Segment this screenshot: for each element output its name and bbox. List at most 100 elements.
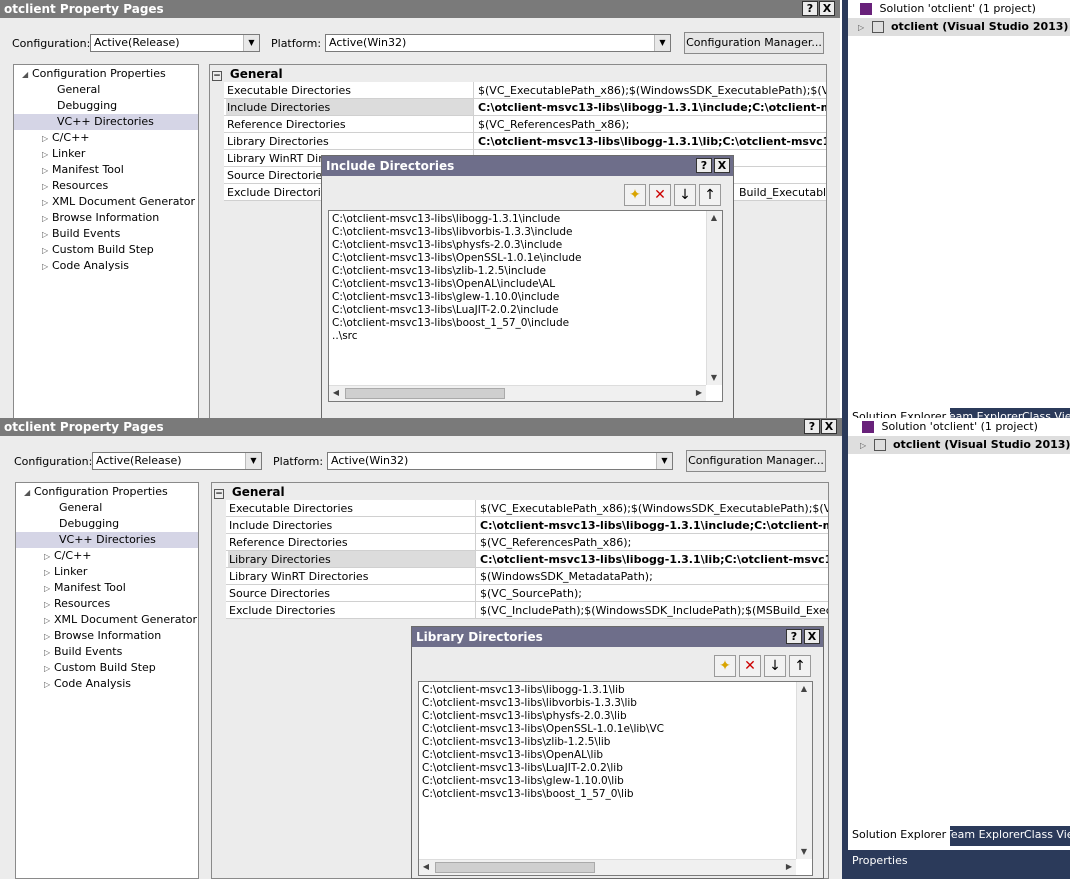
scroll-down-icon[interactable]: ▼ [797,845,811,859]
tree-item-code-analysis[interactable]: ▷ Code Analysis [16,676,198,692]
move-up-button[interactable]: ↑ [699,184,721,206]
solution-node[interactable]: Solution 'otclient' (1 project) [862,420,1038,433]
new-line-button[interactable]: ✦ [714,655,736,677]
list-item[interactable]: C:\otclient-msvc13-libs\libvorbis-1.3.3\… [332,226,573,239]
configuration-manager-button[interactable]: Configuration Manager... [684,32,824,54]
tree-item-cpp[interactable]: ▷ C/C++ [14,130,198,146]
close-button[interactable]: X [714,158,730,173]
collapse-icon[interactable]: − [214,489,224,499]
scroll-thumb[interactable] [345,388,505,399]
platform-select[interactable]: Active(Win32) ▼ [327,452,673,470]
tab-class-view[interactable]: Class Vie [1020,826,1070,846]
scroll-up-icon[interactable]: ▲ [707,211,721,225]
vertical-scrollbar[interactable]: ▲ ▼ [796,682,812,859]
scroll-left-icon[interactable]: ◀ [419,860,433,874]
list-item[interactable]: C:\otclient-msvc13-libs\libvorbis-1.3.3\… [422,697,637,710]
move-up-button[interactable]: ↑ [789,655,811,677]
grid-section-general[interactable]: − General [212,66,283,82]
tree-item-custom-build-step[interactable]: ▷ Custom Build Step [14,242,198,258]
tree-item-cpp[interactable]: ▷ C/C++ [16,548,198,564]
vertical-scrollbar[interactable]: ▲ ▼ [706,211,722,385]
tree-item-resources[interactable]: ▷ Resources [16,596,198,612]
expand-icon[interactable]: ▷ [44,613,54,629]
expand-icon[interactable]: ▷ [42,259,52,275]
horizontal-scrollbar[interactable]: ◀ ▶ [419,859,796,875]
list-item[interactable]: C:\otclient-msvc13-libs\libogg-1.3.1\lib [422,684,625,697]
list-item[interactable]: C:\otclient-msvc13-libs\libogg-1.3.1\inc… [332,213,560,226]
grid-row-reference-directories[interactable]: Reference Directories $(VC_ReferencesPath… [224,116,826,133]
help-button[interactable]: ? [804,419,820,434]
list-item[interactable]: C:\otclient-msvc13-libs\OpenAL\include\A… [332,278,555,291]
grid-row-executable-directories[interactable]: Executable Directories $(VC_ExecutablePat… [226,500,828,517]
tree-item-linker[interactable]: ▷ Linker [16,564,198,580]
grid-section-general[interactable]: − General [214,484,285,500]
tree-item-manifest-tool[interactable]: ▷ Manifest Tool [16,580,198,596]
scroll-thumb[interactable] [435,862,595,873]
list-item[interactable]: C:\otclient-msvc13-libs\zlib-1.2.5\inclu… [332,265,546,278]
move-down-button[interactable]: ↓ [764,655,786,677]
expand-icon[interactable]: ▷ [44,565,54,581]
list-item[interactable]: C:\otclient-msvc13-libs\LuaJIT-2.0.2\inc… [332,304,558,317]
expand-icon[interactable]: ▷ [42,179,52,195]
scroll-left-icon[interactable]: ◀ [329,386,343,400]
tree-item-configuration-properties[interactable]: ◢ Configuration Properties [14,66,198,82]
tree-item-vc-directories[interactable]: VC++ Directories [14,114,198,130]
expand-icon[interactable]: ▷ [860,437,870,455]
expand-icon[interactable]: ▷ [44,661,54,677]
delete-line-button[interactable]: ✕ [649,184,671,206]
grid-row-executable-directories[interactable]: Executable Directories $(VC_ExecutablePat… [224,82,826,99]
list-item[interactable]: C:\otclient-msvc13-libs\physfs-2.0.3\inc… [332,239,562,252]
tree-item-configuration-properties[interactable]: ◢ Configuration Properties [16,484,198,500]
tab-solution-explorer[interactable]: Solution Explorer [848,826,951,846]
list-item[interactable]: C:\otclient-msvc13-libs\boost_1_57_0\lib [422,788,634,801]
help-button[interactable]: ? [802,1,818,16]
collapse-icon[interactable]: ◢ [22,67,32,83]
tree-item-vc-directories[interactable]: VC++ Directories [16,532,198,548]
horizontal-scrollbar[interactable]: ◀ ▶ [329,385,706,401]
expand-icon[interactable]: ▷ [44,645,54,661]
tree-item-manifest-tool[interactable]: ▷ Manifest Tool [14,162,198,178]
tree-item-code-analysis[interactable]: ▷ Code Analysis [14,258,198,274]
properties-panel-header[interactable]: Properties [848,850,1070,879]
collapse-icon[interactable]: ◢ [24,485,34,501]
move-down-button[interactable]: ↓ [674,184,696,206]
include-directories-list[interactable]: C:\otclient-msvc13-libs\libogg-1.3.1\inc… [328,210,723,402]
scroll-down-icon[interactable]: ▼ [707,371,721,385]
grid-row-reference-directories[interactable]: Reference Directories $(VC_ReferencesPath… [226,534,828,551]
grid-row-library-directories[interactable]: Library Directories C:\otclient-msvc13-li… [224,133,826,150]
list-item[interactable]: C:\otclient-msvc13-libs\zlib-1.2.5\lib [422,736,610,749]
list-item[interactable]: C:\otclient-msvc13-libs\glew-1.10.0\lib [422,775,624,788]
grid-row-exclude-directories[interactable]: Exclude Directories $(VC_IncludePath);$(W… [226,602,828,619]
tree-item-debugging[interactable]: Debugging [16,516,198,532]
library-directories-list[interactable]: C:\otclient-msvc13-libs\libogg-1.3.1\lib… [418,681,813,876]
expand-icon[interactable]: ▷ [42,211,52,227]
expand-icon[interactable]: ▷ [42,163,52,179]
expand-icon[interactable]: ▷ [44,677,54,693]
expand-icon[interactable]: ▷ [44,597,54,613]
close-button[interactable]: X [821,419,837,434]
scroll-right-icon[interactable]: ▶ [692,386,706,400]
help-button[interactable]: ? [786,629,802,644]
tree-item-debugging[interactable]: Debugging [14,98,198,114]
grid-row-library-winrt-directories[interactable]: Library WinRT Directories $(WindowsSDK_Me… [226,568,828,585]
tree-item-build-events[interactable]: ▷ Build Events [14,226,198,242]
scroll-up-icon[interactable]: ▲ [797,682,811,696]
tree-item-custom-build-step[interactable]: ▷ Custom Build Step [16,660,198,676]
project-node[interactable]: ▷ otclient (Visual Studio 2013) [848,436,1070,454]
tab-team-explorer[interactable]: Team Explorer [942,826,1028,846]
grid-row-source-directories[interactable]: Source Directories $(VC_SourcePath); [226,585,828,602]
new-line-button[interactable]: ✦ [624,184,646,206]
expand-icon[interactable]: ▷ [44,629,54,645]
list-item[interactable]: C:\otclient-msvc13-libs\OpenSSL-1.0.1e\i… [332,252,582,265]
list-item[interactable]: C:\otclient-msvc13-libs\LuaJIT-2.0.2\lib [422,762,623,775]
tree-item-build-events[interactable]: ▷ Build Events [16,644,198,660]
help-button[interactable]: ? [696,158,712,173]
project-node[interactable]: ▷ otclient (Visual Studio 2013) [848,18,1070,36]
tree-item-general[interactable]: General [14,82,198,98]
configuration-select[interactable]: Active(Release) ▼ [90,34,260,52]
tree-item-resources[interactable]: ▷ Resources [14,178,198,194]
expand-icon[interactable]: ▷ [42,227,52,243]
expand-icon[interactable]: ▷ [858,19,868,37]
expand-icon[interactable]: ▷ [42,147,52,163]
expand-icon[interactable]: ▷ [42,195,52,211]
